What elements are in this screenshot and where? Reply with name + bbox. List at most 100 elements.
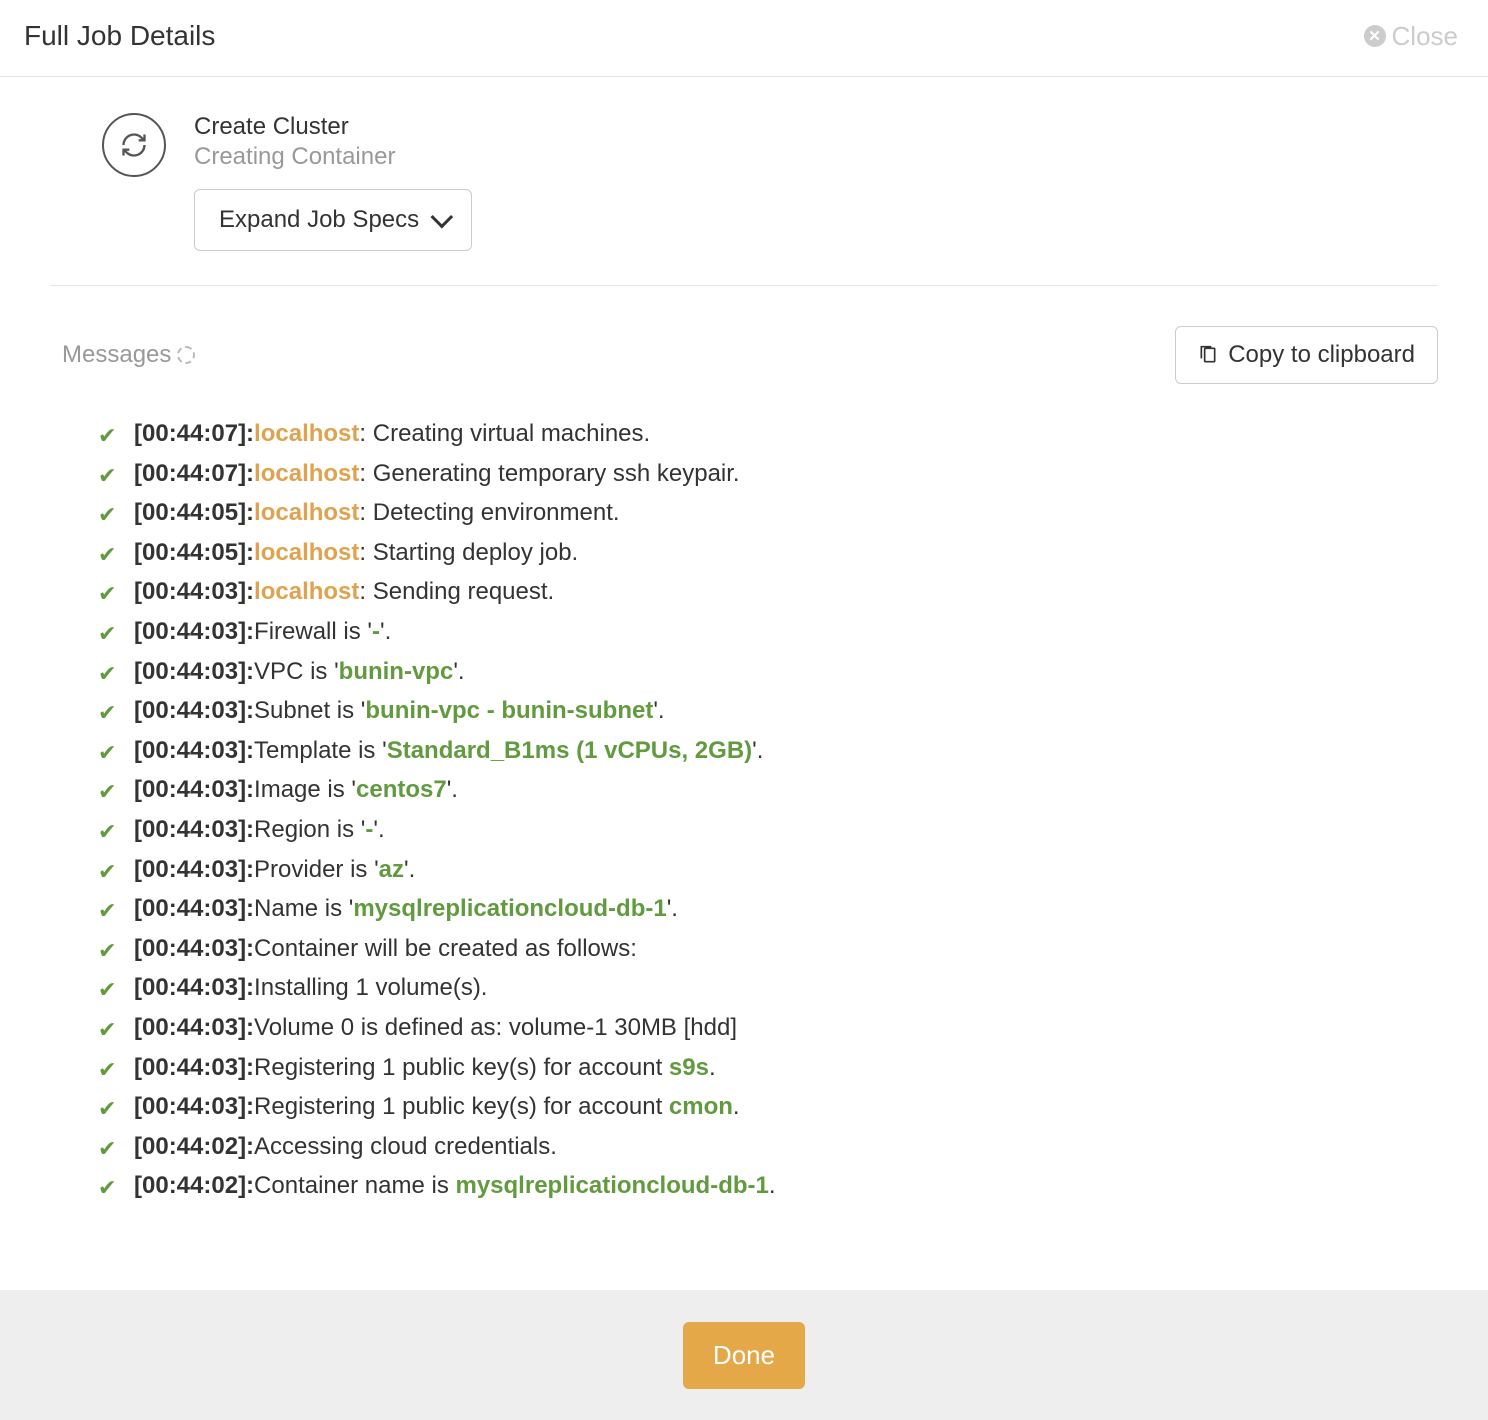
log-text: : Creating virtual machines.: [359, 420, 650, 447]
log-body: [00:44:02]:Accessing cloud credentials.: [134, 1127, 557, 1167]
log-value: Standard_B1ms (1 vCPUs, 2GB): [387, 737, 752, 764]
check-icon: ✔: [98, 893, 120, 929]
chevron-down-icon: [431, 206, 454, 229]
job-status: Creating Container: [194, 143, 472, 171]
log-timestamp: [00:44:05]:: [134, 499, 254, 526]
copy-label: Copy to clipboard: [1228, 341, 1415, 369]
check-icon: ✔: [98, 616, 120, 652]
log-list: ✔[00:44:07]:localhost: Creating virtual …: [20, 384, 1468, 1246]
log-body: [00:44:03]:Provider is 'az'.: [134, 850, 415, 890]
log-row: ✔ [00:44:02]:Accessing cloud credentials.: [98, 1127, 1438, 1167]
log-row: ✔ [00:44:03]:VPC is 'bunin-vpc'.: [98, 652, 1438, 692]
log-text: Volume 0 is defined as: volume-1 30MB [h…: [254, 1014, 737, 1041]
log-timestamp: [00:44:03]:: [134, 816, 254, 843]
log-text: VPC is ': [254, 658, 339, 685]
log-value: mysqlreplicationcloud-db-1: [455, 1172, 768, 1199]
log-row: ✔ [00:44:03]:Subnet is 'bunin-vpc - bunin…: [98, 691, 1438, 731]
log-text: : Detecting environment.: [359, 499, 619, 526]
log-timestamp: [00:44:03]:: [134, 578, 254, 605]
log-host: localhost: [254, 499, 359, 526]
done-button[interactable]: Done: [683, 1322, 805, 1389]
expand-job-specs-button[interactable]: Expand Job Specs: [194, 189, 472, 251]
check-icon: ✔: [98, 735, 120, 771]
log-body: [00:44:03]:Registering 1 public key(s) f…: [134, 1048, 716, 1088]
log-timestamp: [00:44:03]:: [134, 776, 254, 803]
log-text: : Sending request.: [359, 578, 554, 605]
log-body: [00:44:03]:Region is '-'.: [134, 810, 385, 850]
check-icon: ✔: [98, 656, 120, 692]
log-text: : Generating temporary ssh keypair.: [359, 460, 739, 487]
log-timestamp: [00:44:03]:: [134, 895, 254, 922]
log-host: localhost: [254, 539, 359, 566]
log-text: Installing 1 volume(s).: [254, 974, 487, 1001]
log-body: [00:44:03]:Installing 1 volume(s).: [134, 968, 487, 1008]
check-icon: ✔: [98, 497, 120, 533]
log-text: Subnet is ': [254, 697, 365, 724]
log-value: s9s: [669, 1054, 709, 1081]
page-title: Full Job Details: [24, 20, 215, 52]
log-text: Region is ': [254, 816, 365, 843]
log-text: Template is ': [254, 737, 387, 764]
check-icon: ✔: [98, 933, 120, 969]
check-icon: ✔: [98, 458, 120, 494]
log-row: ✔ [00:44:05]:localhost: Starting deploy j…: [98, 533, 1438, 573]
log-text: .: [769, 1172, 776, 1199]
check-icon: ✔: [98, 1012, 120, 1048]
log-body: [00:44:03]:Name is 'mysqlreplicationclou…: [134, 889, 678, 929]
check-icon: ✔: [98, 1131, 120, 1167]
log-row: ✔ [00:44:03]:Region is '-'.: [98, 810, 1438, 850]
expand-label: Expand Job Specs: [219, 206, 419, 234]
check-icon: ✔: [98, 814, 120, 850]
log-body: [00:44:03]:VPC is 'bunin-vpc'.: [134, 652, 465, 692]
job-name: Create Cluster: [194, 113, 472, 141]
check-icon: ✔: [98, 774, 120, 810]
copy-to-clipboard-button[interactable]: Copy to clipboard: [1175, 326, 1438, 384]
modal-header: Full Job Details ✕ Close: [0, 0, 1488, 77]
check-icon: ✔: [98, 576, 120, 612]
log-value: bunin-vpc - bunin-subnet: [365, 697, 653, 724]
log-text: Image is ': [254, 776, 356, 803]
log-timestamp: [00:44:02]:: [134, 1172, 254, 1199]
log-body: [00:44:05]:localhost: Detecting environm…: [134, 493, 620, 533]
log-body: [00:44:03]:Template is 'Standard_B1ms (1…: [134, 731, 763, 771]
job-text: Create Cluster Creating Container Expand…: [194, 113, 472, 251]
log-text: .: [733, 1093, 740, 1120]
close-button[interactable]: ✕ Close: [1364, 21, 1458, 52]
log-body: [00:44:03]:Registering 1 public key(s) f…: [134, 1087, 740, 1127]
log-row: ✔[00:44:07]:localhost: Creating virtual …: [98, 414, 1438, 454]
content-scroll[interactable]: Create Cluster Creating Container Expand…: [0, 77, 1488, 1332]
log-timestamp: [00:44:03]:: [134, 856, 254, 883]
check-icon: ✔: [98, 537, 120, 573]
log-text: Name is ': [254, 895, 353, 922]
log-body: [00:44:05]:localhost: Starting deploy jo…: [134, 533, 578, 573]
log-text: '.: [667, 895, 678, 922]
log-timestamp: [00:44:03]:: [134, 697, 254, 724]
log-body: [00:44:07]:localhost: Generating tempora…: [134, 454, 740, 494]
log-body: [00:44:03]:Firewall is '-'.: [134, 612, 391, 652]
log-timestamp: [00:44:07]:: [134, 420, 254, 447]
log-timestamp: [00:44:03]:: [134, 1014, 254, 1041]
log-row: ✔ [00:44:03]:Firewall is '-'.: [98, 612, 1438, 652]
log-body: [00:44:03]:Subnet is 'bunin-vpc - bunin-…: [134, 691, 665, 731]
log-row: ✔ [00:44:03]:Volume 0 is defined as: volu…: [98, 1008, 1438, 1048]
check-icon: ✔: [98, 972, 120, 1008]
log-row: ✔[00:44:03]:Registering 1 public key(s) …: [98, 1087, 1438, 1127]
log-host: localhost: [254, 420, 359, 447]
log-row: ✔ [00:44:03]:Container will be created as…: [98, 929, 1438, 969]
log-row: ✔ [00:44:07]:localhost: Generating tempor…: [98, 454, 1438, 494]
log-body: [00:44:03]:Container will be created as …: [134, 929, 637, 969]
log-value: mysqlreplicationcloud-db-1: [353, 895, 666, 922]
log-text: Registering 1 public key(s) for account: [254, 1093, 669, 1120]
log-row: ✔[00:44:03]:Image is 'centos7'.: [98, 770, 1438, 810]
close-label: Close: [1392, 21, 1458, 52]
footer: Done: [0, 1290, 1488, 1420]
log-value: az: [379, 856, 404, 883]
log-row: ✔ [00:44:03]:Name is 'mysqlreplicationclo…: [98, 889, 1438, 929]
log-body: [00:44:02]:Container name is mysqlreplic…: [134, 1166, 776, 1206]
check-icon: ✔: [98, 695, 120, 731]
log-timestamp: [00:44:02]:: [134, 1133, 254, 1160]
messages-header: Messages Copy to clipboard: [20, 286, 1468, 384]
log-timestamp: [00:44:03]:: [134, 618, 254, 645]
log-timestamp: [00:44:05]:: [134, 539, 254, 566]
log-value: -: [372, 618, 380, 645]
